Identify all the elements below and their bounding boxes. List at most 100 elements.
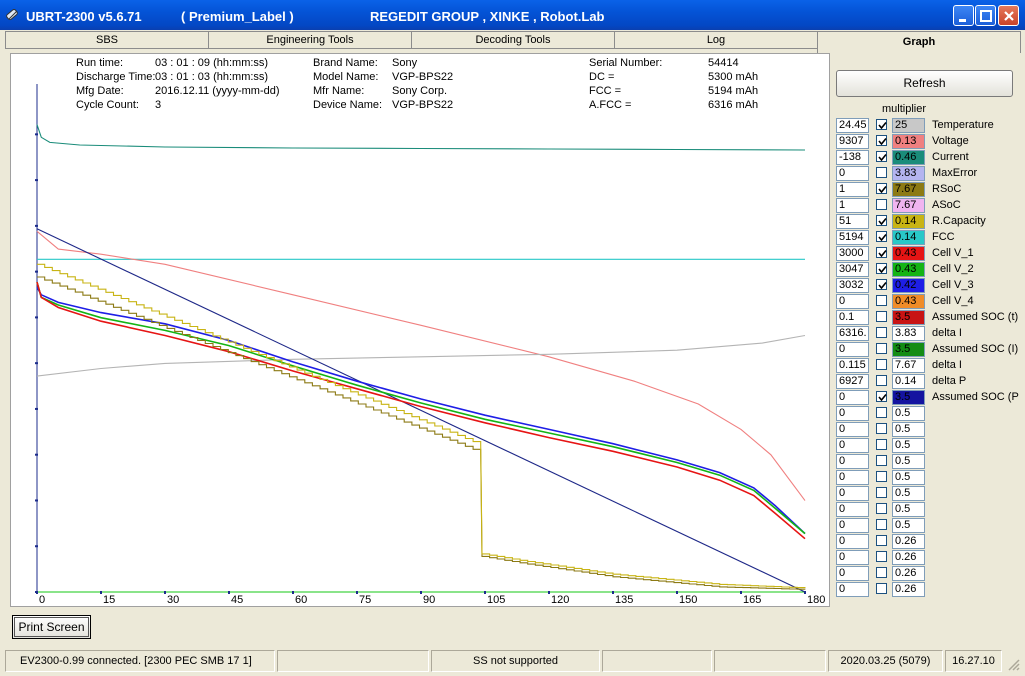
series-checkbox[interactable] (876, 327, 887, 338)
series-value[interactable]: 0 (836, 406, 869, 421)
series-multiplier[interactable]: 0.14 (892, 230, 925, 245)
series-checkbox[interactable] (876, 119, 887, 130)
series-checkbox[interactable] (876, 183, 887, 194)
series-multiplier[interactable]: 0.5 (892, 518, 925, 533)
series-value[interactable]: 0 (836, 470, 869, 485)
series-checkbox[interactable] (876, 391, 887, 402)
series-multiplier[interactable]: 0.42 (892, 278, 925, 293)
series-value[interactable]: 1 (836, 182, 869, 197)
series-value[interactable]: 6927 (836, 374, 869, 389)
series-multiplier[interactable]: 0.14 (892, 214, 925, 229)
series-multiplier[interactable]: 0.5 (892, 470, 925, 485)
series-value[interactable]: 3047 (836, 262, 869, 277)
series-value[interactable]: 0 (836, 422, 869, 437)
tab-engineering-tools[interactable]: Engineering Tools (208, 31, 412, 49)
series-checkbox[interactable] (876, 263, 887, 274)
resize-grip-icon[interactable] (1005, 656, 1021, 672)
series-value[interactable]: 0 (836, 566, 869, 581)
series-value[interactable]: 0 (836, 454, 869, 469)
series-value[interactable]: 0 (836, 534, 869, 549)
series-checkbox[interactable] (876, 215, 887, 226)
series-value[interactable]: 0 (836, 342, 869, 357)
series-multiplier[interactable]: 0.43 (892, 262, 925, 277)
series-multiplier[interactable]: 0.5 (892, 406, 925, 421)
tab-decoding-tools[interactable]: Decoding Tools (411, 31, 615, 49)
series-value[interactable]: 0 (836, 550, 869, 565)
series-checkbox[interactable] (876, 343, 887, 354)
series-value[interactable]: 0 (836, 582, 869, 597)
series-value[interactable]: 9307 (836, 134, 869, 149)
series-checkbox[interactable] (876, 167, 887, 178)
series-multiplier[interactable]: 0.26 (892, 582, 925, 597)
series-checkbox[interactable] (876, 375, 887, 386)
series-multiplier[interactable]: 0.5 (892, 422, 925, 437)
series-checkbox[interactable] (876, 407, 887, 418)
series-multiplier[interactable]: 0.26 (892, 534, 925, 549)
series-multiplier[interactable]: 25 (892, 118, 925, 133)
series-multiplier[interactable]: 7.67 (892, 182, 925, 197)
series-multiplier[interactable]: 0.14 (892, 374, 925, 389)
series-multiplier[interactable]: 3.5 (892, 390, 925, 405)
series-value[interactable]: -138 (836, 150, 869, 165)
series-checkbox[interactable] (876, 519, 887, 530)
series-multiplier[interactable]: 0.5 (892, 438, 925, 453)
series-checkbox[interactable] (876, 231, 887, 242)
series-value[interactable]: 3032 (836, 278, 869, 293)
series-checkbox[interactable] (876, 583, 887, 594)
series-value[interactable]: 0.1 (836, 310, 869, 325)
series-value[interactable]: 0 (836, 518, 869, 533)
series-checkbox[interactable] (876, 503, 887, 514)
series-checkbox[interactable] (876, 567, 887, 578)
series-checkbox[interactable] (876, 247, 887, 258)
close-button[interactable] (998, 5, 1019, 26)
series-value[interactable]: 0 (836, 502, 869, 517)
series-multiplier[interactable]: 0.5 (892, 454, 925, 469)
series-checkbox[interactable] (876, 151, 887, 162)
series-multiplier[interactable]: 3.83 (892, 326, 925, 341)
series-checkbox[interactable] (876, 135, 887, 146)
series-checkbox[interactable] (876, 455, 887, 466)
series-multiplier[interactable]: 0.26 (892, 566, 925, 581)
series-multiplier[interactable]: 0.13 (892, 134, 925, 149)
series-checkbox[interactable] (876, 359, 887, 370)
series-value[interactable]: 0 (836, 486, 869, 501)
series-checkbox[interactable] (876, 199, 887, 210)
series-checkbox[interactable] (876, 439, 887, 450)
tab-log[interactable]: Log (614, 31, 818, 49)
series-multiplier[interactable]: 7.67 (892, 198, 925, 213)
series-value[interactable]: 24.45 (836, 118, 869, 133)
tab-graph[interactable]: Graph (817, 31, 1021, 53)
series-multiplier[interactable]: 0.26 (892, 550, 925, 565)
series-checkbox[interactable] (876, 295, 887, 306)
series-multiplier[interactable]: 3.83 (892, 166, 925, 181)
series-value[interactable]: 51 (836, 214, 869, 229)
maximize-button[interactable] (975, 5, 996, 26)
series-checkbox[interactable] (876, 535, 887, 546)
series-value[interactable]: 0 (836, 438, 869, 453)
tab-sbs[interactable]: SBS (5, 31, 209, 49)
series-multiplier[interactable]: 7.67 (892, 358, 925, 373)
series-checkbox[interactable] (876, 423, 887, 434)
series-value[interactable]: 0 (836, 294, 869, 309)
print-screen-button[interactable]: Print Screen (12, 615, 91, 639)
series-checkbox[interactable] (876, 487, 887, 498)
series-value[interactable]: 0.115 (836, 358, 869, 373)
series-checkbox[interactable] (876, 279, 887, 290)
series-checkbox[interactable] (876, 471, 887, 482)
series-multiplier[interactable]: 0.5 (892, 486, 925, 501)
series-value[interactable]: 3000 (836, 246, 869, 261)
series-value[interactable]: 0 (836, 390, 869, 405)
series-multiplier[interactable]: 3.5 (892, 310, 925, 325)
series-value[interactable]: 5194 (836, 230, 869, 245)
series-multiplier[interactable]: 0.46 (892, 150, 925, 165)
refresh-button[interactable]: Refresh (836, 70, 1013, 97)
minimize-button[interactable] (953, 5, 974, 26)
series-multiplier[interactable]: 3.5 (892, 342, 925, 357)
series-value[interactable]: 0 (836, 166, 869, 181)
series-value[interactable]: 1 (836, 198, 869, 213)
series-checkbox[interactable] (876, 551, 887, 562)
series-multiplier[interactable]: 0.5 (892, 502, 925, 517)
series-checkbox[interactable] (876, 311, 887, 322)
series-multiplier[interactable]: 0.43 (892, 294, 925, 309)
series-value[interactable]: 6316. (836, 326, 869, 341)
